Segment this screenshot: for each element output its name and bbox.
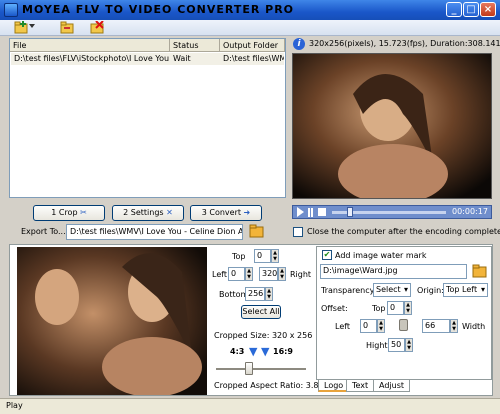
crop-button[interactable]: 1 Crop ✂	[33, 205, 105, 221]
select-all-button[interactable]: Select All	[241, 305, 281, 319]
column-header-output-folder[interactable]: Output Folder	[220, 39, 285, 52]
transparency-label: Transparency:	[321, 286, 377, 295]
crop-left-spinner[interactable]: ▲ ▼	[245, 267, 253, 281]
status-cell: Wait	[173, 54, 191, 63]
file-cell: D:\test files\FLV\iStockphoto\I Love You…	[14, 54, 170, 63]
seek-slider[interactable]	[346, 207, 353, 217]
settings-button-label: 2 Settings	[123, 208, 164, 217]
watermark-height-label: Hight	[366, 341, 388, 350]
watermark-height-input[interactable]: 50	[388, 338, 405, 352]
folder-icon[interactable]	[249, 223, 265, 238]
output-folder-cell: D:\test files\WM...	[223, 54, 284, 63]
watermark-height-spinner[interactable]: ▲ ▼	[405, 338, 413, 352]
export-path-input[interactable]: D:\test files\WMV\I Love You - Celine Di…	[66, 224, 243, 240]
watermark-width-spinner[interactable]: ▲ ▼	[450, 319, 458, 333]
video-info: 320x256(pixels), 15.723(fps), Duration:3…	[309, 39, 500, 48]
player-time: 00:00:17	[452, 207, 488, 216]
origin-label: Origin:	[417, 286, 444, 295]
chevron-down-icon: ▾	[403, 285, 408, 294]
offset-top-spinner[interactable]: ▲ ▼	[404, 301, 412, 315]
crop-bottom-input[interactable]: 256	[245, 287, 265, 301]
folder-icon[interactable]	[472, 263, 488, 278]
remove-file-icon[interactable]	[90, 21, 104, 34]
file-list[interactable]: File Status Output Folder D:\test files\…	[9, 38, 286, 198]
crop-left-input[interactable]: 0	[228, 267, 245, 281]
watermark-width-input[interactable]: 66	[422, 319, 450, 333]
tools-icon: ✕	[166, 208, 173, 217]
tab-adjust[interactable]: Adjust	[373, 380, 411, 392]
crop-preview	[17, 247, 207, 395]
convert-button-label: 3 Convert	[201, 208, 241, 217]
offset-left-spinner[interactable]: ▲ ▼	[377, 319, 385, 333]
crop-top-input[interactable]: 0	[254, 249, 271, 263]
crop-left-label: Left	[212, 270, 228, 279]
crop-top-spinner[interactable]: ▲ ▼	[271, 249, 279, 263]
crop-button-label: 1 Crop	[51, 208, 78, 217]
scissors-icon: ✂	[80, 208, 87, 217]
tab-logo[interactable]: Logo	[318, 380, 350, 392]
cropped-size: Cropped Size: 320 x 256	[214, 331, 313, 340]
convert-button[interactable]: 3 Convert ➜	[190, 205, 262, 221]
offset-top-input[interactable]: 0	[387, 301, 404, 315]
play-icon[interactable]	[297, 207, 304, 217]
crop-top-label: Top	[232, 252, 246, 261]
close-after-label: Close the computer after the encoding co…	[307, 227, 500, 236]
stop-icon[interactable]	[318, 208, 326, 216]
window-title: MOYEA FLV TO VIDEO CONVERTER PRO	[22, 3, 295, 16]
crop-bottom-label: Bottom	[219, 290, 249, 299]
column-header-status[interactable]: Status	[170, 39, 220, 52]
open-folder-icon[interactable]	[60, 21, 74, 34]
aspect-slider-thumb[interactable]	[245, 362, 253, 375]
chevron-down-icon[interactable]	[29, 24, 35, 28]
export-label: Export To...	[21, 227, 66, 236]
table-row[interactable]: D:\test files\FLV\iStockphoto\I Love You…	[11, 53, 284, 65]
video-preview	[292, 53, 492, 199]
crop-bottom-spinner[interactable]: ▲ ▼	[265, 287, 273, 301]
offset-top-label: Top	[372, 304, 386, 313]
add-file-icon[interactable]	[14, 21, 28, 34]
crop-right-label: Right	[290, 270, 312, 279]
maximize-button[interactable]: □	[463, 2, 479, 17]
settings-button[interactable]: 2 Settings ✕	[112, 205, 184, 221]
status-bar	[0, 398, 500, 414]
pause-icon[interactable]	[308, 208, 310, 217]
toolbar	[0, 20, 500, 36]
close-after-checkbox[interactable]	[293, 227, 303, 237]
ratio-16-9-button[interactable]: 16:9	[273, 347, 293, 356]
origin-select[interactable]: Top Left ▾	[443, 283, 488, 297]
chevron-down-icon: ▾	[480, 285, 485, 294]
origin-value: Top Left	[446, 285, 478, 294]
watermark-file-input[interactable]: D:\image\Ward.jpg	[320, 264, 467, 279]
watermark-checkbox[interactable]: ✔	[322, 250, 332, 260]
ratio-4-3-button[interactable]: 4:3	[230, 347, 244, 356]
transparency-value: Select	[376, 285, 401, 294]
lock-icon[interactable]	[399, 319, 408, 331]
close-button[interactable]: ×	[480, 2, 496, 17]
arrow-down-icon: ▼	[261, 345, 270, 358]
transparency-select[interactable]: Select ▾	[373, 283, 411, 297]
status-text: Play	[6, 401, 23, 410]
watermark-label: Add image water mark	[335, 251, 427, 260]
crop-right-input[interactable]: 320	[259, 267, 278, 281]
arrow-down-icon: ▼	[249, 345, 258, 358]
aspect-slider-track[interactable]	[216, 368, 306, 370]
cropped-aspect-ratio: Cropped Aspect Ratio: 3.8:3.0	[214, 381, 334, 390]
minimize-button[interactable]: _	[446, 2, 462, 17]
offset-left-label: Left	[335, 322, 351, 331]
column-header-file[interactable]: File	[10, 39, 170, 52]
watermark-width-label: Width	[462, 322, 486, 331]
offset-left-input[interactable]: 0	[360, 319, 377, 333]
arrow-icon: ➜	[243, 208, 251, 217]
info-icon: i	[293, 38, 305, 50]
tab-text[interactable]: Text	[346, 380, 375, 392]
offset-label: Offset:	[321, 304, 348, 313]
app-icon	[4, 3, 18, 17]
crop-right-spinner[interactable]: ▲ ▼	[278, 267, 286, 281]
